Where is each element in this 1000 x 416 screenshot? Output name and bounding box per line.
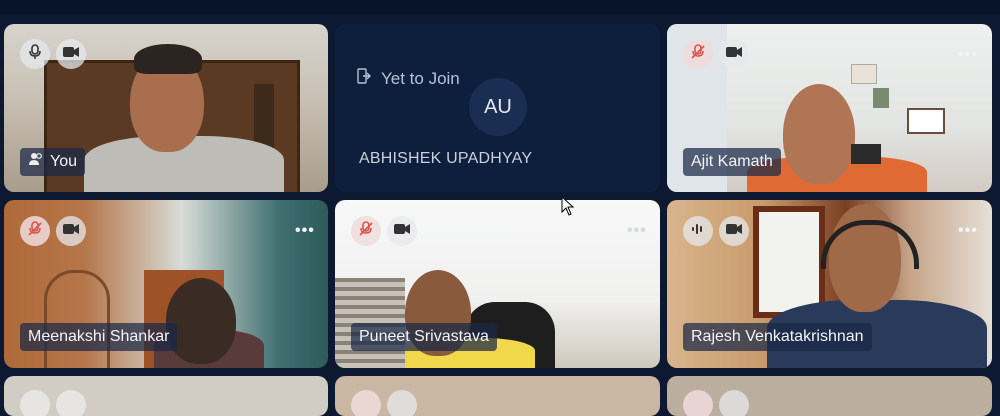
participant-tile-partial[interactable] xyxy=(667,376,992,416)
camera-button[interactable] xyxy=(719,390,749,416)
people-icon xyxy=(28,148,44,176)
microphone-button[interactable] xyxy=(683,390,713,416)
participant-name: You xyxy=(50,153,77,171)
participant-name-tag: Meenakshi Shankar xyxy=(20,323,178,351)
mouse-cursor-icon xyxy=(561,195,575,221)
join-status: Yet to Join xyxy=(357,68,460,89)
more-options-icon[interactable]: ••• xyxy=(958,223,978,239)
participant-name: Meenakshi Shankar xyxy=(28,328,170,345)
camera-button[interactable] xyxy=(56,39,86,69)
participant-tile-partial[interactable] xyxy=(335,376,660,416)
person-head xyxy=(783,84,855,184)
participant-name: Puneet Srivastava xyxy=(359,328,489,345)
person-head xyxy=(166,278,236,364)
participant-name: Rajesh Venkatakrishnan xyxy=(691,328,864,345)
video-camera-icon xyxy=(725,222,743,240)
wall-photo xyxy=(907,108,945,134)
participant-tile-meenakshi-shankar[interactable]: ••• Meenakshi Shankar xyxy=(4,200,328,368)
participant-tile-rajesh-venkatakrishnan[interactable]: ••• Rajesh Venkatakrishnan xyxy=(667,200,992,368)
background-chair xyxy=(851,144,881,164)
wall-frame xyxy=(851,64,877,84)
video-camera-icon xyxy=(725,45,743,63)
video-camera-icon xyxy=(393,222,411,240)
camera-button[interactable] xyxy=(719,216,749,246)
camera-button[interactable] xyxy=(387,390,417,416)
video-grid: You Yet to Join AU ABHISHEK UPADHYAY •••… xyxy=(0,0,1000,416)
participant-tile-partial[interactable] xyxy=(4,376,328,416)
microphone-off-icon xyxy=(690,43,706,65)
video-camera-icon xyxy=(62,222,80,240)
microphone-button[interactable] xyxy=(351,216,381,246)
microphone-button[interactable] xyxy=(20,390,50,416)
participant-tile-pending[interactable]: Yet to Join AU ABHISHEK UPADHYAY xyxy=(335,24,660,192)
more-options-icon[interactable]: ••• xyxy=(295,223,315,239)
person-hair xyxy=(134,44,202,74)
more-options-icon[interactable]: ••• xyxy=(627,223,647,239)
background-mirror xyxy=(44,270,110,368)
camera-button[interactable] xyxy=(56,390,86,416)
camera-button[interactable] xyxy=(387,216,417,246)
participant-name: Ajit Kamath xyxy=(691,153,773,170)
background-window xyxy=(753,206,825,318)
participant-tile-you[interactable]: You xyxy=(4,24,328,192)
wall-picture xyxy=(873,88,889,108)
microphone-icon xyxy=(28,43,42,65)
participant-name: ABHISHEK UPADHYAY xyxy=(359,150,533,167)
avatar: AU xyxy=(469,78,527,136)
participant-name-tag: Rajesh Venkatakrishnan xyxy=(683,323,872,351)
microphone-off-icon xyxy=(358,220,374,242)
microphone-button[interactable] xyxy=(20,216,50,246)
participant-name-tag: You xyxy=(20,148,85,176)
camera-button[interactable] xyxy=(719,39,749,69)
participant-tile-ajit-kamath[interactable]: ••• Ajit Kamath xyxy=(667,24,992,192)
participant-name-tag: Ajit Kamath xyxy=(683,148,781,176)
participant-name-tag: Puneet Srivastava xyxy=(351,323,497,351)
participant-tile-puneet-srivastava[interactable]: ••• Puneet Srivastava xyxy=(335,200,660,368)
join-status-text: Yet to Join xyxy=(381,68,460,88)
camera-button[interactable] xyxy=(56,216,86,246)
audio-wave-icon xyxy=(690,222,706,241)
microphone-button[interactable] xyxy=(683,39,713,69)
video-camera-icon xyxy=(62,45,80,63)
microphone-button[interactable] xyxy=(351,390,381,416)
microphone-off-icon xyxy=(27,220,43,242)
microphone-button[interactable] xyxy=(20,39,50,69)
exit-join-icon xyxy=(357,68,371,89)
microphone-button[interactable] xyxy=(683,216,713,246)
more-options-icon[interactable]: ••• xyxy=(958,47,978,63)
